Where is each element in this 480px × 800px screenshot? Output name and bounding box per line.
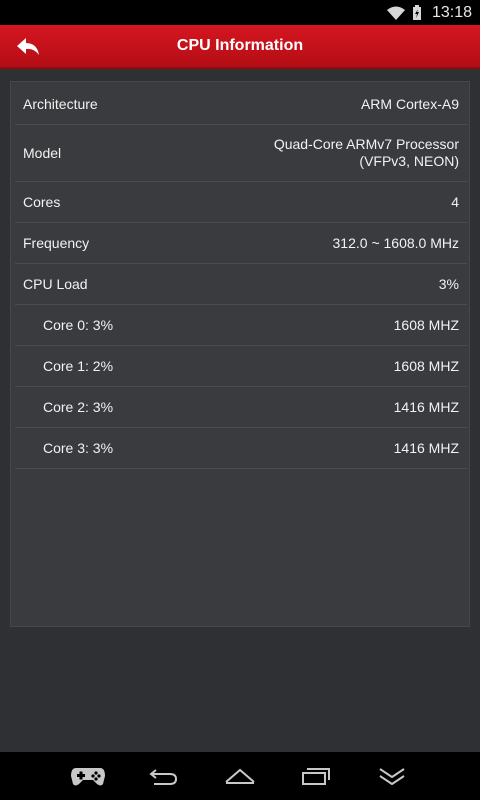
recents-button[interactable] — [296, 758, 336, 794]
row-cores: Cores 4 — [15, 182, 467, 223]
status-bar: 13:18 — [0, 0, 480, 25]
navigation-bar — [0, 752, 480, 800]
nav-back-button[interactable] — [144, 758, 184, 794]
row-value: 1416 MHZ — [393, 439, 459, 456]
battery-icon — [412, 4, 422, 21]
row-value-line: (VFPv3, NEON) — [359, 153, 459, 169]
row-core-0: Core 0: 3% 1608 MHZ — [15, 305, 467, 346]
row-value: 312.0 ~ 1608.0 MHz — [332, 234, 459, 251]
row-label: Cores — [23, 194, 61, 210]
home-button[interactable] — [220, 758, 260, 794]
back-icon — [149, 769, 178, 785]
row-core-3: Core 3: 3% 1416 MHZ — [15, 428, 467, 469]
row-architecture: Architecture ARM Cortex-A9 — [15, 84, 467, 125]
row-value: 4 — [451, 193, 459, 210]
row-value: 3% — [438, 275, 459, 292]
recents-icon — [302, 768, 330, 785]
row-value: 1416 MHZ — [393, 398, 459, 415]
row-label: Frequency — [23, 235, 90, 251]
row-label: Core 3: 3% — [43, 440, 114, 456]
row-value-line: Quad-Core ARMv7 Processor — [273, 136, 459, 152]
row-label: Core 0: 3% — [43, 317, 114, 333]
gamepad-button[interactable] — [68, 758, 108, 794]
cpu-info-list: Architecture ARM Cortex-A9 Model Quad-Co… — [15, 84, 467, 469]
collapse-button[interactable] — [372, 758, 412, 794]
row-value: ARM Cortex-A9 — [360, 95, 459, 112]
row-label: Core 2: 3% — [43, 399, 114, 415]
row-cpu-load: CPU Load 3% — [15, 264, 467, 305]
row-model: Model Quad-Core ARMv7 Processor (VFPv3, … — [15, 125, 467, 182]
row-label: Architecture — [23, 96, 98, 112]
back-arrow-icon — [17, 38, 39, 55]
row-value: 1608 MHZ — [393, 316, 459, 333]
status-time: 13:18 — [431, 3, 472, 21]
row-frequency: Frequency 312.0 ~ 1608.0 MHz — [15, 223, 467, 264]
row-core-2: Core 2: 3% 1416 MHZ — [15, 387, 467, 428]
row-value: Quad-Core ARMv7 Processor (VFPv3, NEON) — [274, 136, 459, 170]
wifi-icon — [386, 5, 406, 21]
row-core-1: Core 1: 2% 1608 MHZ — [15, 346, 467, 387]
home-icon — [225, 768, 255, 784]
row-label: CPU Load — [23, 276, 88, 292]
cpu-info-card: Architecture ARM Cortex-A9 Model Quad-Co… — [10, 81, 470, 627]
app-header: CPU Information — [0, 25, 480, 69]
row-value: 1608 MHZ — [393, 357, 459, 374]
row-label: Model — [23, 145, 62, 161]
content-area: Architecture ARM Cortex-A9 Model Quad-Co… — [0, 71, 480, 752]
collapse-icon — [379, 768, 405, 786]
back-button[interactable] — [8, 31, 48, 63]
page-title: CPU Information — [176, 37, 304, 54]
gamepad-icon — [71, 768, 105, 786]
row-label: Core 1: 2% — [43, 358, 114, 374]
